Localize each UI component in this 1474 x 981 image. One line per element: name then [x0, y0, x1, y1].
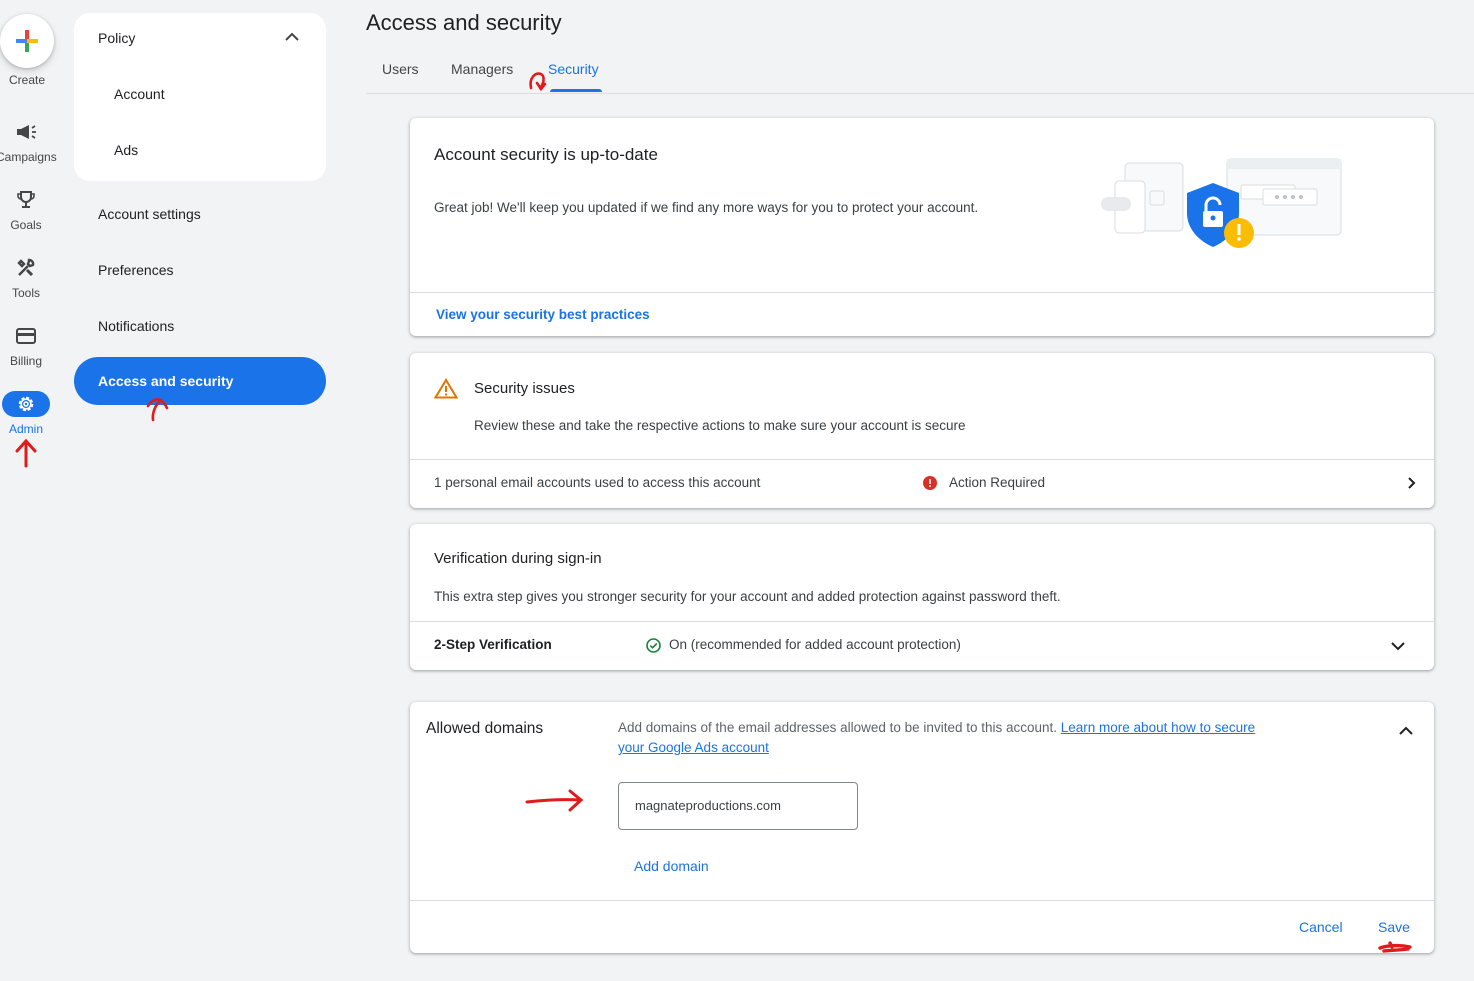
- chevron-up-icon[interactable]: [284, 31, 300, 43]
- chevron-right-icon[interactable]: [1407, 476, 1417, 490]
- annotation-arrow-admin: [15, 438, 37, 468]
- billing-label[interactable]: Billing: [0, 354, 56, 368]
- security-status-title: Account security is up-to-date: [434, 145, 658, 164]
- check-circle-icon: [646, 638, 661, 653]
- nav-notifications[interactable]: Notifications: [98, 318, 174, 334]
- two-step-row[interactable]: 2-Step Verification On (recommended for …: [410, 622, 1434, 670]
- verification-body: This extra step gives you stronger secur…: [434, 589, 1061, 604]
- security-status-body: Great job! We'll keep you updated if we …: [434, 200, 979, 215]
- security-issues-title: Security issues: [474, 380, 575, 397]
- verification-title: Verification during sign-in: [434, 550, 602, 567]
- chevron-up-icon[interactable]: [1398, 725, 1414, 736]
- create-button[interactable]: [0, 14, 54, 68]
- goals-label[interactable]: Goals: [0, 218, 56, 232]
- annotation-underline-save: [1378, 941, 1412, 953]
- tab-security[interactable]: Security: [548, 61, 599, 77]
- billing-icon[interactable]: [13, 323, 39, 349]
- nav-policy[interactable]: Policy: [98, 30, 135, 46]
- two-step-label: 2-Step Verification: [434, 637, 552, 652]
- admin-button[interactable]: [2, 391, 50, 417]
- error-icon: [923, 476, 937, 490]
- security-shield-illustration: [1101, 158, 1342, 248]
- nav-account-settings[interactable]: Account settings: [98, 206, 201, 222]
- tab-active-indicator: [550, 89, 602, 92]
- annotation-arrow-input: [525, 789, 584, 812]
- annotation-arrow-tab: [529, 72, 547, 92]
- create-label: Create: [8, 73, 46, 87]
- security-issues-subtitle: Review these and take the respective act…: [474, 418, 966, 433]
- save-button[interactable]: Save: [1378, 919, 1410, 935]
- goals-icon[interactable]: [13, 187, 39, 213]
- campaigns-label[interactable]: Campaigns: [0, 150, 57, 164]
- nav-policy-ads[interactable]: Ads: [114, 142, 138, 158]
- security-issues-card: Security issues Review these and take th…: [410, 353, 1434, 508]
- nav-access-security[interactable]: Access and security: [74, 357, 326, 405]
- campaigns-icon[interactable]: [13, 119, 39, 145]
- view-best-practices-link[interactable]: View your security best practices: [436, 307, 650, 322]
- domain-input[interactable]: magnateproductions.com: [618, 782, 858, 830]
- tab-users[interactable]: Users: [382, 61, 419, 77]
- allowed-domains-card: Allowed domains Add domains of the email…: [410, 702, 1434, 953]
- allowed-domains-title: Allowed domains: [426, 720, 544, 737]
- tools-label[interactable]: Tools: [0, 286, 56, 300]
- admin-label[interactable]: Admin: [0, 422, 56, 436]
- left-rail: Create Campaigns Goals Tools Billing Adm…: [0, 0, 60, 981]
- add-domain-button[interactable]: Add domain: [634, 858, 709, 874]
- annotation-arrow-nav: [146, 398, 169, 422]
- verification-card: Verification during sign-in This extra s…: [410, 524, 1434, 670]
- allowed-domains-description: Add domains of the email addresses allow…: [618, 720, 1256, 755]
- issue-row-status: Action Required: [949, 475, 1046, 490]
- page-title: Access and security: [366, 10, 562, 35]
- issue-row[interactable]: 1 personal email accounts used to access…: [410, 460, 1434, 508]
- tab-managers[interactable]: Managers: [451, 61, 513, 77]
- nav-policy-account[interactable]: Account: [114, 86, 165, 102]
- security-status-card: Account security is up-to-date Great job…: [410, 118, 1434, 336]
- issue-row-text: 1 personal email accounts used to access…: [434, 475, 761, 490]
- cancel-button[interactable]: Cancel: [1299, 919, 1343, 935]
- warning-icon: [434, 378, 458, 399]
- nav-preferences[interactable]: Preferences: [98, 262, 173, 278]
- two-step-status: On (recommended for added account protec…: [669, 637, 961, 652]
- chevron-down-icon[interactable]: [1390, 641, 1406, 652]
- gear-icon: [18, 396, 34, 412]
- plus-icon: [16, 30, 38, 52]
- tools-icon[interactable]: [13, 255, 39, 281]
